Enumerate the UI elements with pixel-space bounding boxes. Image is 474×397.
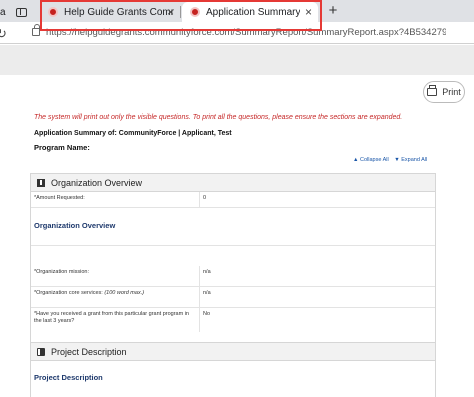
summary-page: Print The system will print out only the… xyxy=(0,75,474,397)
question-text: *Organization core services: xyxy=(34,290,105,296)
table-row: *Organization mission: n/a xyxy=(31,266,435,287)
table-row: *Have you received a grant from this par… xyxy=(31,308,435,332)
column-divider xyxy=(199,266,200,286)
print-notice: The system will print out only the visib… xyxy=(34,114,403,121)
section-title: Project Description xyxy=(51,346,127,357)
section-title: Organization Overview xyxy=(51,177,143,188)
expand-collapse-controls: ▲ Collapse All ▼ Expand All xyxy=(353,157,431,163)
workspaces-icon xyxy=(15,7,27,17)
tab-highlight-box xyxy=(40,0,322,31)
answer-value: No xyxy=(203,311,211,317)
answer-value: 0 xyxy=(203,195,207,201)
table-row: *Organization core services: (100 word m… xyxy=(31,287,435,308)
expand-all-link[interactable]: ▼ Expand All xyxy=(394,157,427,163)
question-hint: (100 word max.) xyxy=(104,290,145,296)
answer-value: n/a xyxy=(203,269,211,275)
question-label: *Organization mission: xyxy=(34,269,90,275)
column-divider xyxy=(199,308,200,332)
collapse-all-link[interactable]: ▲ Collapse All xyxy=(353,157,389,163)
summary-title: Application Summary of: CommunityForce |… xyxy=(34,130,232,137)
lock-icon[interactable] xyxy=(32,24,40,36)
subheading-row: Organization Overview xyxy=(31,208,435,246)
book-icon xyxy=(37,347,45,356)
question-label: *Organization core services: (100 word m… xyxy=(34,290,194,297)
print-label: Print xyxy=(442,87,461,97)
section-subheading: Project Description xyxy=(34,373,103,382)
section-header[interactable]: Project Description xyxy=(31,343,435,361)
section-project-description: Project Description Project Description xyxy=(30,342,436,397)
tab-partial-title: a xyxy=(0,6,6,18)
exclamation-box-icon xyxy=(37,178,45,187)
refresh-icon[interactable]: ↻ xyxy=(0,26,7,42)
section-header[interactable]: Organization Overview xyxy=(31,174,435,192)
program-name-label: Program Name: xyxy=(34,143,90,152)
new-tab-button[interactable]: + xyxy=(326,2,340,20)
column-divider xyxy=(199,192,200,207)
printer-icon xyxy=(427,85,438,96)
column-divider xyxy=(199,287,200,307)
table-row: *Amount Requested: 0 xyxy=(31,192,435,208)
question-label: *Have you received a grant from this par… xyxy=(34,311,189,324)
page-header-band xyxy=(0,45,474,75)
workspaces-button[interactable] xyxy=(10,2,32,22)
section-subheading: Organization Overview xyxy=(34,221,116,230)
answer-value: n/a xyxy=(203,290,211,296)
question-label: *Amount Requested: xyxy=(34,195,85,201)
print-button[interactable]: Print xyxy=(423,81,465,103)
